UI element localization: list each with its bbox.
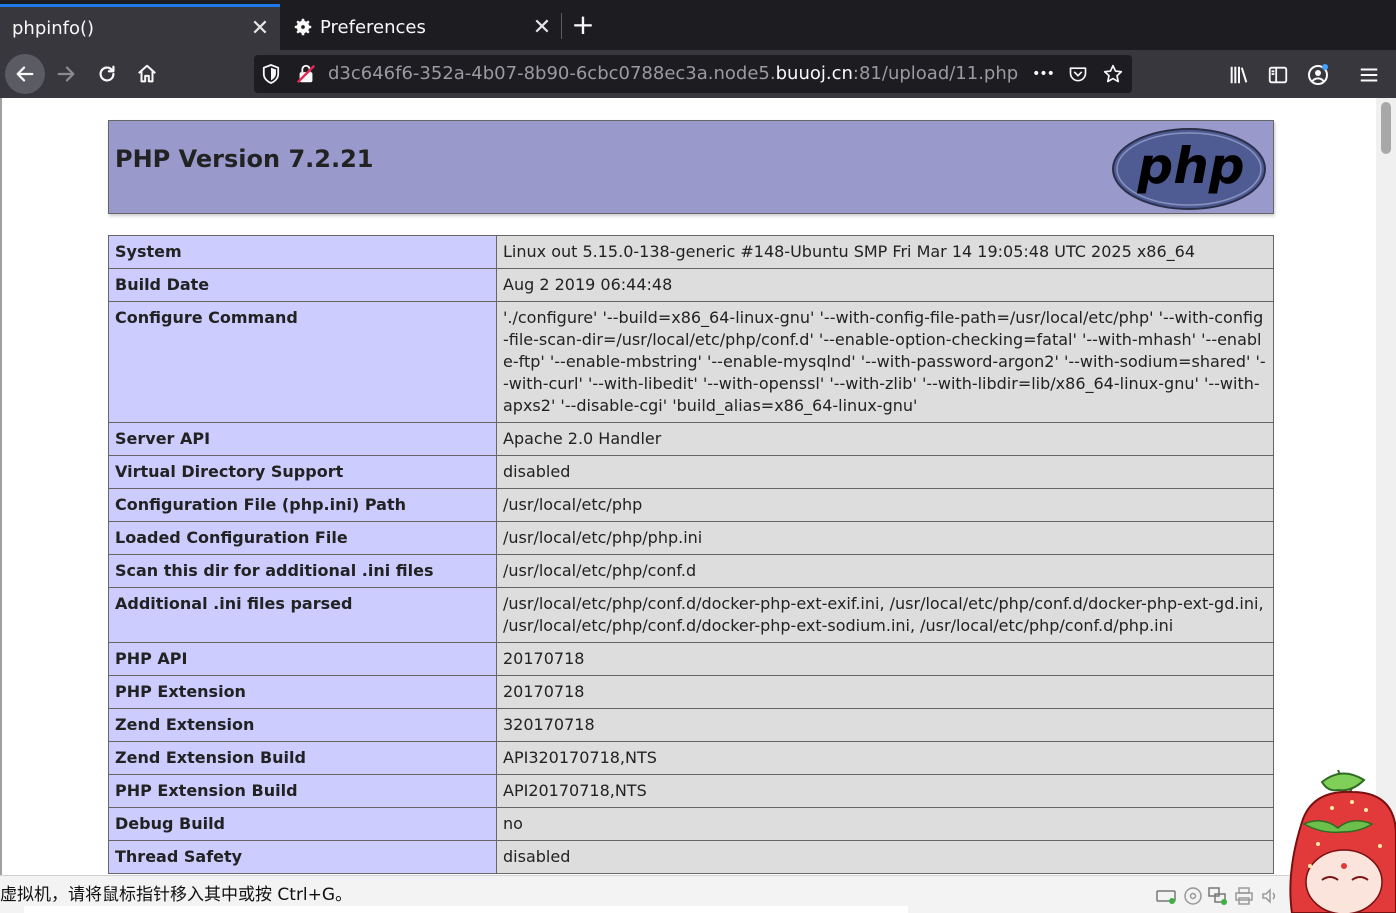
row-label: Server API [108, 422, 497, 456]
row-value: /usr/local/etc/php/php.ini [496, 521, 1274, 555]
arrow-left-icon [16, 66, 34, 82]
scrollbar-thumb[interactable] [1381, 102, 1391, 154]
row-label: Loaded Configuration File [108, 521, 497, 555]
row-value: './configure' '--build=x86_64-linux-gnu'… [496, 301, 1274, 423]
tab-title: phpinfo() [12, 18, 95, 39]
table-row: Additional .ini files parsed/usr/local/e… [108, 587, 1274, 643]
row-value: Apache 2.0 Handler [496, 422, 1274, 456]
new-tab-button[interactable]: + [568, 6, 598, 46]
table-row: Scan this dir for additional .ini files /… [108, 554, 1274, 588]
tab-title: Preferences [320, 16, 426, 38]
row-value: 20170718 [496, 675, 1274, 709]
row-value: 320170718 [496, 708, 1274, 742]
table-row: PHP Extension 20170718 [108, 675, 1274, 709]
row-label: Zend Extension [108, 708, 497, 742]
url-suffix: :81/upload/11.php [852, 63, 1019, 84]
hard-disk-icon[interactable] [1155, 885, 1177, 907]
strawberry-mascot-image [1289, 769, 1396, 913]
url-bar[interactable]: d3c646f6-352a-4b07-8b90-6cbc0788ec3a.nod… [254, 55, 1132, 93]
row-value: API20170718,NTS [496, 774, 1274, 808]
vm-status-strip [24, 906, 908, 913]
row-label: Zend Extension Build [108, 741, 497, 775]
row-label: Configuration File (php.ini) Path [108, 488, 497, 522]
table-row: Zend Extension 320170718 [108, 708, 1274, 742]
row-label: PHP API [108, 642, 497, 676]
row-label: PHP Extension [108, 675, 497, 709]
tab-separator [561, 13, 562, 39]
table-row: System Linux out 5.15.0-138-generic #148-… [108, 235, 1274, 269]
home-icon [138, 64, 156, 83]
page-actions-menu-icon[interactable]: ••• [1031, 62, 1055, 86]
row-value: /usr/local/etc/php [496, 488, 1274, 522]
reload-button[interactable] [87, 54, 127, 94]
forward-button[interactable] [46, 54, 86, 94]
row-label: PHP Extension Build [108, 774, 497, 808]
url-domain: buuoj.cn [775, 63, 853, 84]
vm-hint-message: 虚拟机，请将鼠标指针移入其中或按 Ctrl+G。 [0, 885, 353, 905]
hamburger-menu-icon[interactable] [1356, 62, 1382, 88]
vm-status-bar: 虚拟机，请将鼠标指针移入其中或按 Ctrl+G。 [0, 875, 1396, 913]
table-row: Configuration File (php.ini) Path/usr/lo… [108, 488, 1274, 522]
row-value: disabled [496, 840, 1274, 874]
page-content: PHP Version 7.2.21 php System Linux out 5… [0, 98, 1396, 875]
table-row: PHP API 20170718 [108, 642, 1274, 676]
printer-icon[interactable] [1233, 885, 1255, 907]
cd-drive-icon[interactable] [1182, 885, 1204, 907]
arrow-right-icon [57, 66, 75, 82]
php-logo[interactable]: php [1111, 127, 1267, 211]
row-label: Build Date [108, 268, 497, 302]
pocket-icon[interactable] [1066, 62, 1090, 86]
row-value: 20170718 [496, 642, 1274, 676]
row-value: no [496, 807, 1274, 841]
table-row: Virtual Directory Support disabled [108, 455, 1274, 489]
back-button[interactable] [5, 54, 45, 94]
row-label: Debug Build [108, 807, 497, 841]
table-row: Zend Extension Build API320170718,NTS [108, 741, 1274, 775]
tab-phpinfo[interactable]: phpinfo() ✕ [0, 4, 280, 50]
gear-icon [292, 16, 320, 38]
table-row: Debug Build no [108, 807, 1274, 841]
vertical-scrollbar[interactable] [1376, 98, 1396, 875]
navigation-toolbar: d3c646f6-352a-4b07-8b90-6cbc0788ec3a.nod… [0, 50, 1396, 98]
row-value: disabled [496, 455, 1274, 489]
row-label: Configure Command [108, 301, 497, 423]
speaker-icon[interactable] [1259, 885, 1281, 907]
table-row: Thread Safety disabled [108, 840, 1274, 874]
php-info-table: System Linux out 5.15.0-138-generic #148-… [108, 235, 1274, 874]
url-prefix: d3c646f6-352a-4b07-8b90-6cbc0788ec3a.nod… [328, 63, 776, 84]
close-tab-icon[interactable]: ✕ [240, 16, 280, 41]
insecure-lock-icon[interactable] [294, 62, 318, 86]
shield-icon[interactable] [259, 62, 283, 86]
network-adapter-icon[interactable] [1207, 885, 1229, 907]
close-tab-icon[interactable]: ✕ [522, 15, 562, 40]
table-row: PHP Extension Build API20170718,NTS [108, 774, 1274, 808]
row-value: /usr/local/etc/php/conf.d [496, 554, 1274, 588]
row-value: Linux out 5.15.0-138-generic #148-Ubuntu… [496, 235, 1274, 269]
row-value: /usr/local/etc/php/conf.d/docker-php-ext… [496, 587, 1274, 643]
table-row: Server API Apache 2.0 Handler [108, 422, 1274, 456]
table-row: Configure Command './configure' '--build=… [108, 301, 1274, 423]
home-button[interactable] [127, 54, 167, 94]
row-label: Scan this dir for additional .ini files [108, 554, 497, 588]
row-label: Virtual Directory Support [108, 455, 497, 489]
tab-strip: phpinfo() ✕ Preferences ✕ + [0, 0, 1396, 50]
account-icon[interactable] [1305, 62, 1331, 88]
table-row: Build Date Aug 2 2019 06:44:48 [108, 268, 1274, 302]
row-label: Thread Safety [108, 840, 497, 874]
php-version-header: PHP Version 7.2.21 php [108, 120, 1274, 214]
php-logo-text: php [1136, 137, 1244, 195]
tab-preferences[interactable]: Preferences ✕ [282, 4, 562, 50]
library-icon[interactable] [1226, 62, 1252, 88]
row-value: Aug 2 2019 06:44:48 [496, 268, 1274, 302]
table-row: Loaded Configuration File/usr/local/etc/… [108, 521, 1274, 555]
row-label: System [108, 235, 497, 269]
row-label: Additional .ini files parsed [108, 587, 497, 643]
page-title: PHP Version 7.2.21 [115, 145, 374, 173]
sidebar-toggle-icon[interactable] [1265, 62, 1291, 88]
bookmark-star-icon[interactable] [1101, 62, 1125, 86]
url-text[interactable]: d3c646f6-352a-4b07-8b90-6cbc0788ec3a.nod… [328, 55, 1018, 93]
row-value: API320170718,NTS [496, 741, 1274, 775]
reload-icon [99, 65, 115, 82]
